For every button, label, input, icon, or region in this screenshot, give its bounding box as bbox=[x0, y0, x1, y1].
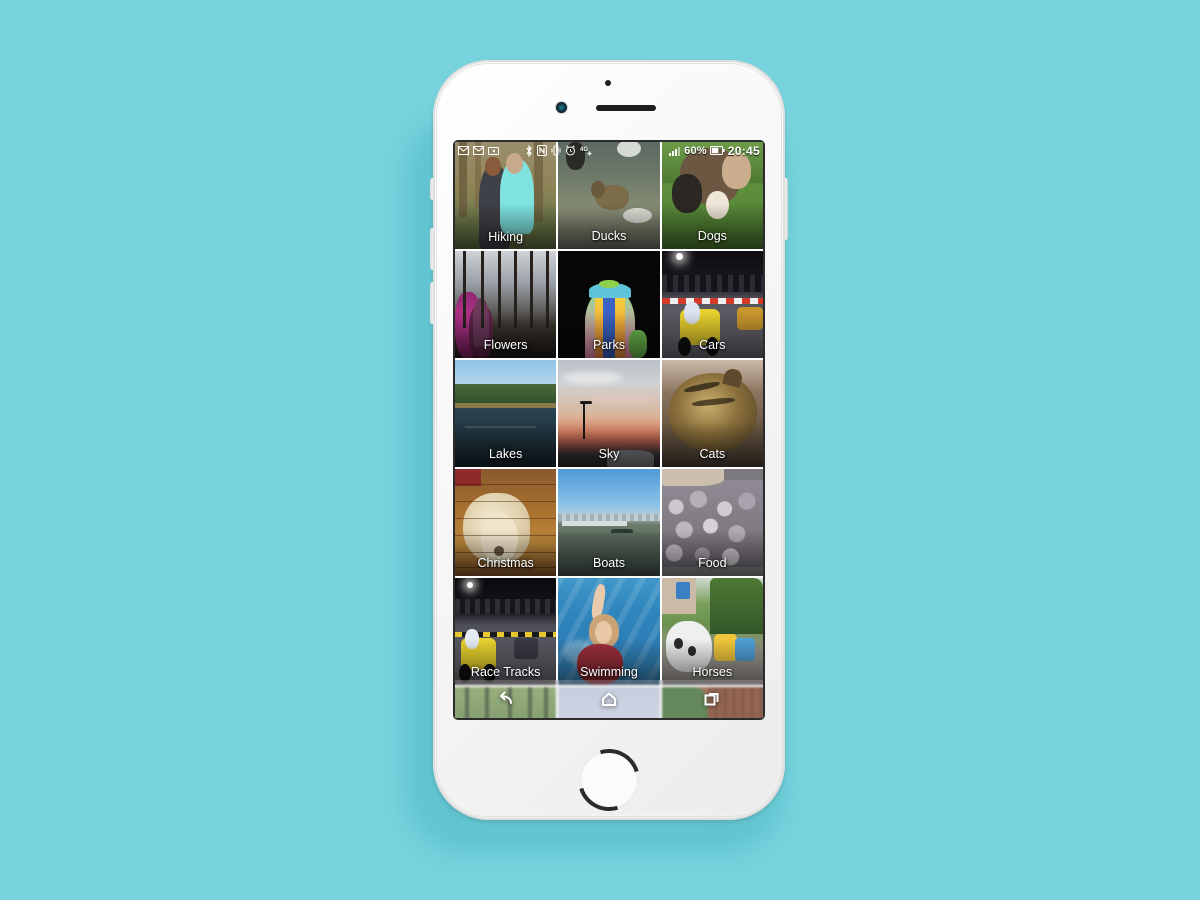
silent-switch[interactable] bbox=[430, 178, 435, 200]
album-tile[interactable]: Cats bbox=[661, 360, 763, 467]
thumb-shape bbox=[467, 582, 474, 589]
album-label: Christmas bbox=[477, 556, 534, 570]
thumb-shape bbox=[455, 599, 557, 615]
album-tile[interactable]: Swimming bbox=[558, 578, 660, 685]
volume-down-button[interactable] bbox=[430, 282, 435, 324]
thumb-shape bbox=[661, 274, 763, 292]
thumb-shape bbox=[455, 518, 557, 520]
status-bar: 4G 60% 20:45 bbox=[455, 142, 763, 159]
phone-device: Hiking Ducks Dogs Flowers Parks Cars Lakes Sky C… bbox=[430, 60, 788, 822]
power-button[interactable] bbox=[783, 178, 788, 240]
thumb-shape bbox=[579, 400, 592, 404]
album-tile[interactable]: Race Tracks bbox=[455, 578, 557, 685]
battery-percent-label: 60% bbox=[684, 144, 707, 157]
nav-recents-button[interactable] bbox=[695, 682, 729, 716]
album-grid: Hiking Ducks Dogs Flowers Parks Cars Lakes Sky C… bbox=[455, 142, 763, 718]
album-label: Race Tracks bbox=[470, 665, 541, 679]
album-tile[interactable]: Boats bbox=[558, 469, 660, 576]
album-label: Ducks bbox=[591, 229, 627, 243]
album-tile[interactable]: Lakes bbox=[455, 360, 557, 467]
album-label: Flowers bbox=[483, 338, 528, 352]
album-label: Lakes bbox=[488, 447, 523, 461]
album-label: Dogs bbox=[697, 229, 727, 243]
status-bar-system-icons: 4G bbox=[525, 144, 593, 157]
album-label: Sky bbox=[598, 447, 620, 461]
vibrate-icon bbox=[551, 145, 561, 156]
album-label: Horses bbox=[692, 665, 733, 679]
scene: Hiking Ducks Dogs Flowers Parks Cars Lakes Sky C… bbox=[0, 0, 1200, 900]
navigation-bar bbox=[455, 680, 763, 718]
album-label: Food bbox=[698, 556, 727, 570]
status-bar-notifications bbox=[458, 146, 499, 155]
album-tile[interactable]: Parks bbox=[558, 251, 660, 358]
status-bar-right: 60% 20:45 bbox=[669, 144, 760, 158]
front-camera bbox=[556, 102, 567, 113]
album-tile[interactable]: Horses bbox=[661, 578, 763, 685]
thumb-shape bbox=[562, 521, 628, 526]
alarm-icon bbox=[565, 145, 576, 156]
nav-home-button[interactable] bbox=[592, 682, 626, 716]
gmail-icon bbox=[473, 146, 484, 155]
album-label: Cars bbox=[699, 338, 726, 352]
thumb-shape bbox=[562, 370, 624, 384]
thumb-shape bbox=[661, 298, 763, 305]
network-4g-icon: 4G bbox=[580, 145, 593, 156]
album-tile[interactable]: Christmas bbox=[455, 469, 557, 576]
battery-icon bbox=[709, 146, 725, 155]
gmail-icon bbox=[458, 146, 469, 155]
thumb-shape bbox=[675, 253, 683, 261]
thumb-shape bbox=[588, 392, 656, 405]
thumb-shape bbox=[455, 501, 557, 503]
nfc-icon bbox=[537, 145, 547, 156]
thumb-shape bbox=[485, 156, 501, 177]
thumb-shape bbox=[710, 578, 763, 634]
album-tile[interactable]: Flowers bbox=[455, 251, 557, 358]
volume-up-button[interactable] bbox=[430, 228, 435, 270]
signal-bars-icon bbox=[669, 146, 681, 156]
album-label: Boats bbox=[593, 556, 625, 570]
album-label: Parks bbox=[593, 338, 625, 352]
bluetooth-icon bbox=[525, 144, 533, 157]
thumb-shape bbox=[675, 582, 691, 600]
thumb-shape bbox=[590, 180, 605, 198]
phone-screen[interactable]: Hiking Ducks Dogs Flowers Parks Cars Lakes Sky C… bbox=[455, 142, 763, 718]
home-button[interactable] bbox=[567, 738, 651, 822]
album-tile[interactable]: Food bbox=[661, 469, 763, 576]
album-tile[interactable]: Sky bbox=[558, 360, 660, 467]
thumb-shape bbox=[661, 469, 725, 487]
album-label: Cats bbox=[699, 447, 726, 461]
thumb-shape bbox=[455, 483, 557, 485]
album-label: Swimming bbox=[580, 665, 638, 679]
album-tile[interactable]: Cars bbox=[661, 251, 763, 358]
clock-label: 20:45 bbox=[727, 143, 760, 158]
camera-icon bbox=[488, 146, 499, 155]
thumb-shape bbox=[558, 513, 660, 522]
nav-back-button[interactable] bbox=[489, 682, 523, 716]
earpiece-speaker bbox=[596, 105, 656, 111]
proximity-sensor bbox=[605, 80, 611, 86]
album-label: Hiking bbox=[488, 230, 524, 244]
svg-text:4G: 4G bbox=[580, 147, 588, 153]
